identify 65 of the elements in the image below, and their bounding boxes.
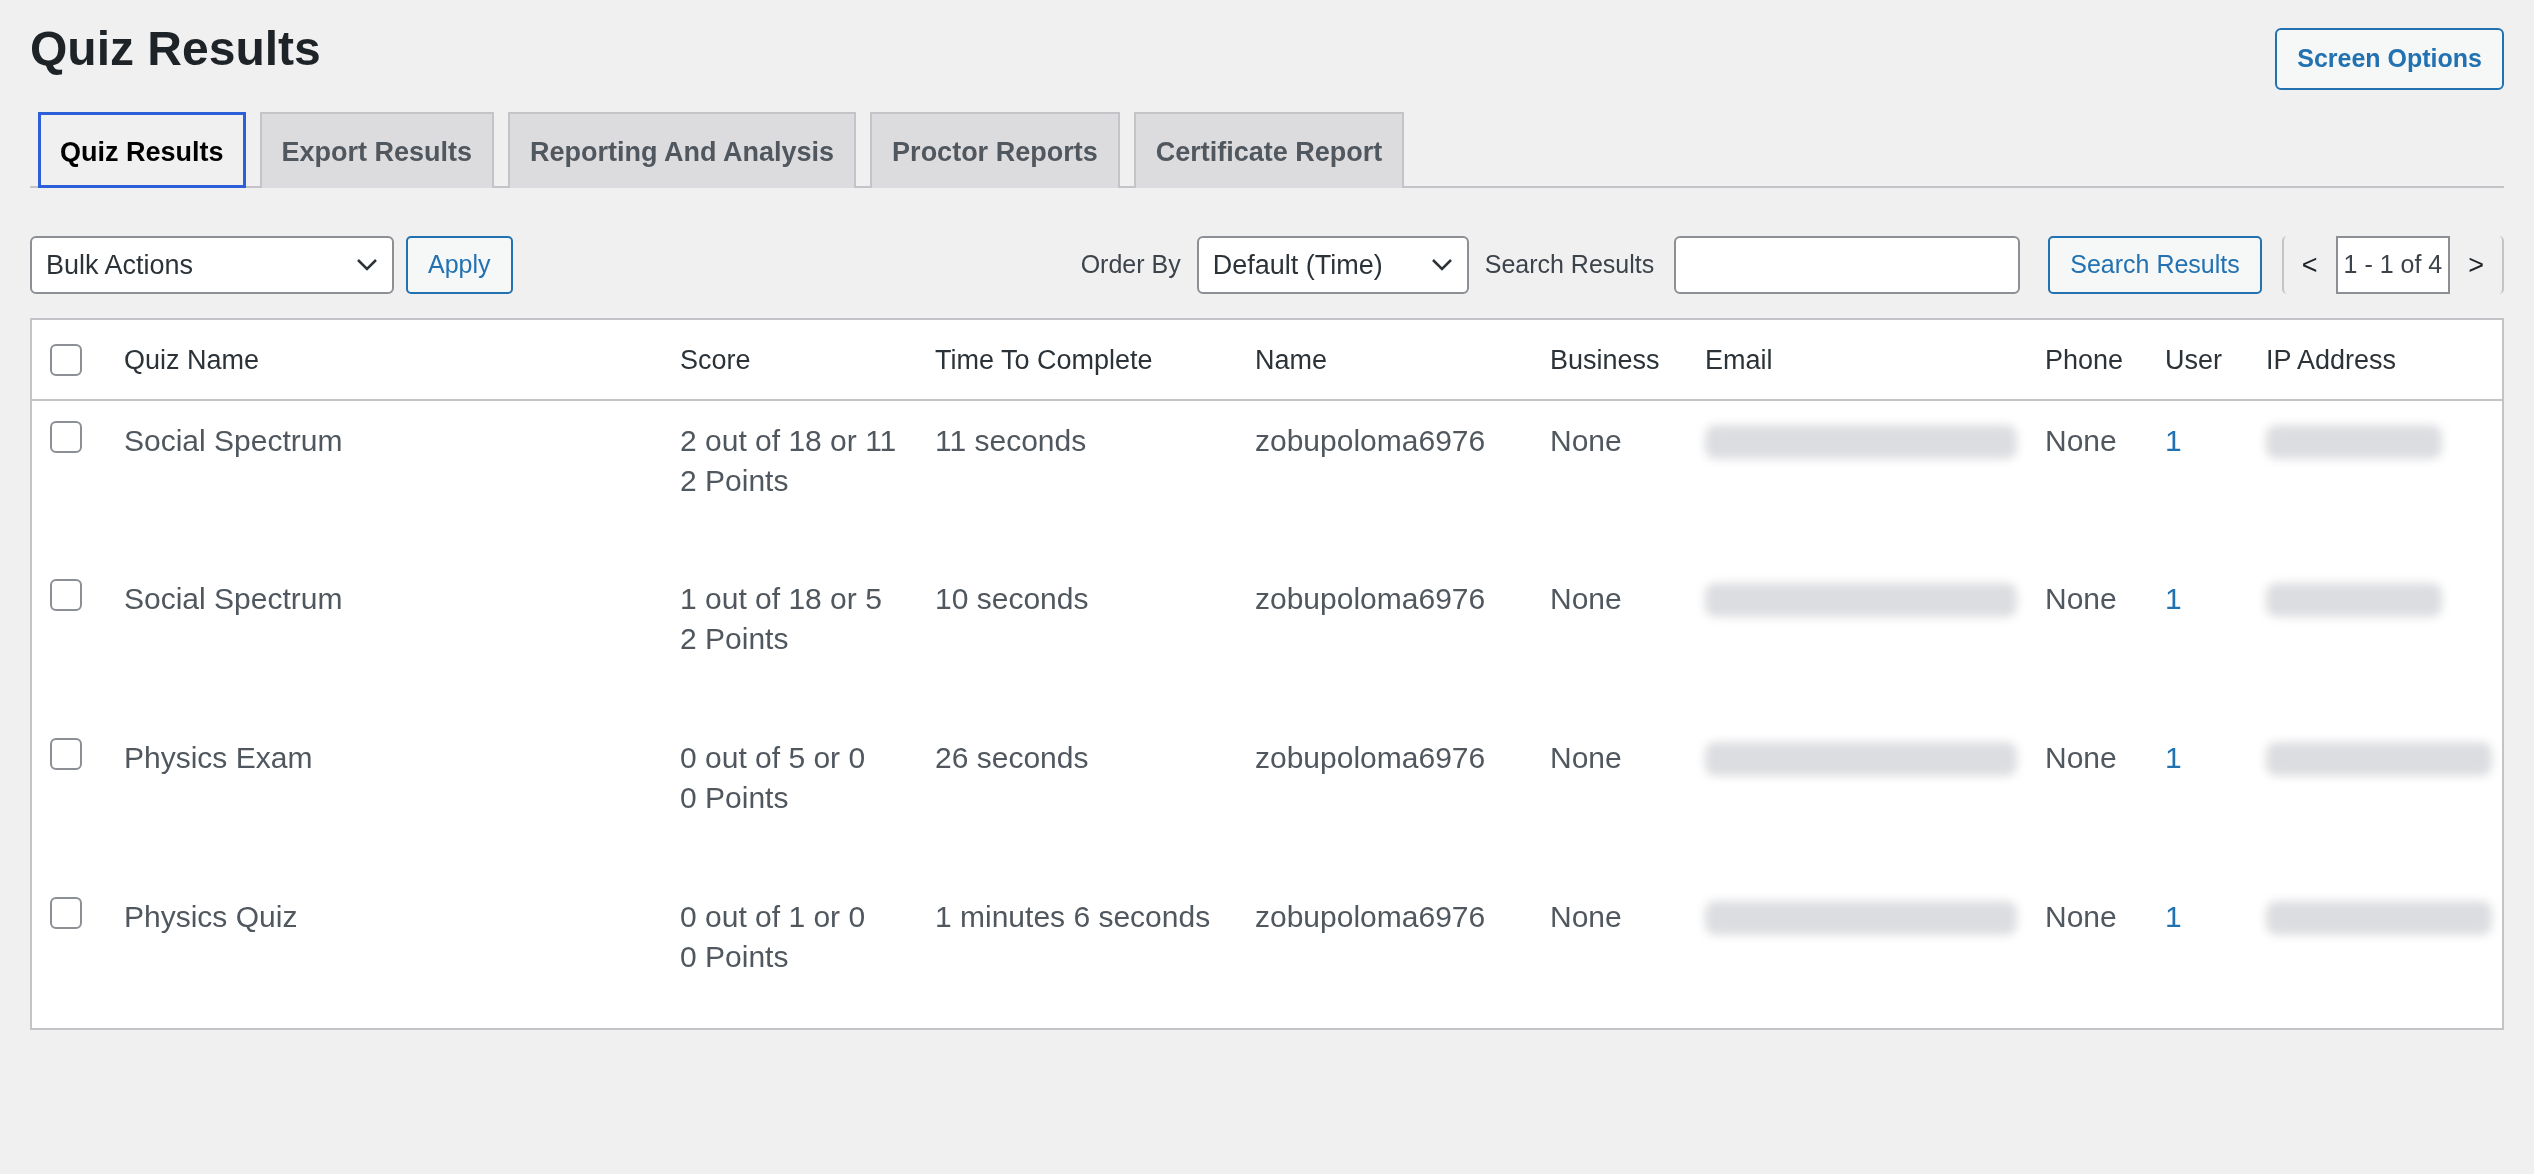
row-checkbox[interactable]: [50, 420, 82, 453]
order-by-label: Order By: [1080, 249, 1181, 281]
tab[interactable]: Reporting And Analysis: [508, 111, 857, 188]
table-cell-text: None: [1550, 422, 1623, 459]
chevron-icon: [356, 258, 378, 272]
table-cell-text: Physics Exam: [124, 739, 314, 776]
user-link[interactable]: 1: [2165, 899, 2182, 933]
page-field[interactable]: 1 - 1 of 4: [2335, 236, 2451, 294]
table-cell-text: 10 seconds: [935, 580, 1090, 617]
table-cell-text: 1 minutes 6 seconds: [935, 898, 1212, 935]
table-cell-text: None: [1550, 739, 1623, 776]
table-cell-text: zobupoloma6976: [1255, 422, 1487, 459]
row-checkbox[interactable]: [50, 578, 82, 611]
bulk-actions-select[interactable]: Bulk Actions: [30, 236, 394, 294]
column-header[interactable]: User: [2165, 345, 2222, 375]
search-button[interactable]: Search Results: [2048, 236, 2262, 294]
table-cell-text: None: [2045, 580, 2118, 617]
points-text: 2 Points: [680, 462, 790, 499]
table-cell-text: None: [1550, 898, 1623, 935]
tab[interactable]: Certificate Report: [1133, 111, 1405, 188]
next-page-button[interactable]: >: [2460, 244, 2492, 286]
column-header[interactable]: Score: [680, 345, 751, 375]
tab[interactable]: Proctor Reports: [870, 111, 1120, 188]
row-checkbox[interactable]: [50, 896, 82, 929]
user-link[interactable]: 1: [2165, 423, 2182, 457]
table-cell-text: zobupoloma6976: [1255, 580, 1487, 617]
column-header[interactable]: Name: [1255, 345, 1328, 375]
score-text: 1 out of 18 or 5: [680, 580, 883, 617]
chevron-icon: [1430, 258, 1453, 272]
row-checkbox[interactable]: [50, 737, 82, 770]
column-header[interactable]: Time To Complete: [935, 345, 1153, 375]
column-header[interactable]: Quiz Name: [124, 345, 260, 375]
user-link[interactable]: 1: [2165, 740, 2182, 774]
select-all-checkbox[interactable]: [50, 344, 82, 377]
table-cell-text: zobupoloma6976: [1255, 898, 1487, 935]
column-header[interactable]: Email: [1705, 345, 1773, 375]
points-text: 0 Points: [680, 938, 790, 975]
score-text: 0 out of 5 or 0: [680, 739, 867, 776]
table-cell-text: 11 seconds: [935, 422, 1088, 459]
table-cell-text: zobupoloma6976: [1255, 739, 1487, 776]
user-link[interactable]: 1: [2165, 581, 2182, 615]
apply-button[interactable]: Apply: [406, 236, 513, 294]
table-cell-text: Social Spectrum: [124, 422, 344, 459]
column-header[interactable]: Business: [1550, 345, 1660, 375]
search-label: Search Results: [1484, 249, 1655, 281]
points-text: 0 Points: [680, 779, 790, 816]
previous-page-button[interactable]: <: [2293, 244, 2326, 286]
table-cell-text: Social Spectrum: [124, 580, 344, 617]
page-title: Quiz Results: [30, 21, 321, 77]
order-by-select[interactable]: Default (Time): [1196, 236, 1469, 294]
score-text: 0 out of 1 or 0: [680, 898, 867, 935]
tab[interactable]: Export Results: [259, 111, 495, 188]
search-field[interactable]: [1674, 236, 2021, 294]
points-text: 2 Points: [680, 620, 790, 657]
table-cell-text: Physics Quiz: [124, 898, 299, 935]
table-cell-text: None: [1550, 580, 1623, 617]
table-cell-text: None: [2045, 422, 2118, 459]
screen-options-button[interactable]: Screen Options: [2275, 28, 2504, 90]
table-cell-text: None: [2045, 739, 2118, 776]
table-cell-text: 26 seconds: [935, 739, 1090, 776]
column-header[interactable]: Phone: [2045, 345, 2124, 375]
tab[interactable]: Quiz Results: [38, 111, 246, 188]
column-header[interactable]: IP Address: [2266, 345, 2397, 375]
table-cell-text: None: [2045, 898, 2118, 935]
score-text: 2 out of 18 or 11: [680, 422, 898, 459]
